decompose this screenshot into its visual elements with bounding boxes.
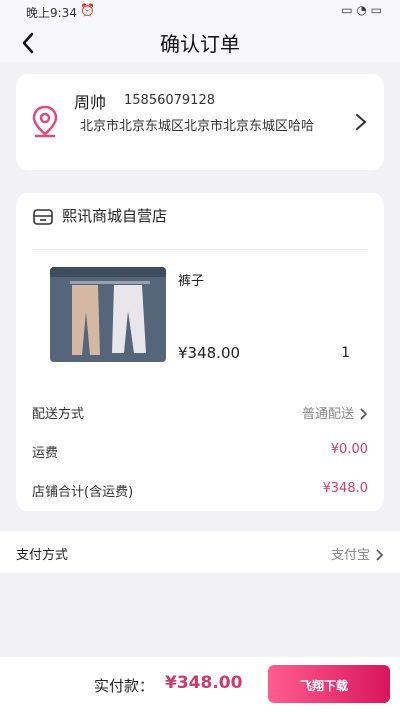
shop-name: 熙讯商城自营店 bbox=[62, 207, 168, 225]
freight-row: 运费 ¥0.00 bbox=[32, 442, 368, 466]
chevron-right-icon[interactable] bbox=[354, 112, 368, 132]
payment-method-value: 支付宝 bbox=[331, 544, 384, 563]
recipient-phone: 15856079128 bbox=[124, 93, 215, 108]
payment-method-label: 支付方式 bbox=[16, 548, 69, 563]
shop-subtotal-value: ¥348.0 bbox=[322, 481, 369, 496]
status-time: 晚上9:34 bbox=[26, 6, 77, 20]
shipping-method-label: 配送方式 bbox=[32, 407, 85, 422]
product-name: 裤子 bbox=[178, 274, 205, 289]
page-title: 确认订单 bbox=[160, 32, 240, 56]
shipping-method-value: 普通配送 bbox=[302, 403, 368, 422]
checkout-bar: 实付款： ¥348.00 飞翔下载 bbox=[0, 657, 400, 712]
chevron-right-icon bbox=[360, 408, 368, 420]
watermark: 飞翔下载 bbox=[300, 679, 349, 693]
freight-value: ¥0.00 bbox=[330, 442, 368, 457]
chevron-right-icon bbox=[376, 549, 384, 561]
recipient-name: 周帅 bbox=[74, 93, 107, 112]
shop-subtotal-row: 店铺合计(含运费) ¥348.0 bbox=[32, 481, 368, 505]
product-quantity: 1 bbox=[341, 345, 350, 361]
payment-method-row[interactable]: 支付方式 支付宝 bbox=[0, 531, 400, 573]
store-icon bbox=[33, 209, 53, 225]
status-icons: ▭ ◔ ▭ bbox=[341, 3, 382, 17]
shipping-method-row[interactable]: 配送方式 普通配送 bbox=[32, 403, 368, 427]
status-bar: 晚上9:34 ⏰ ▭ ◔ ▭ bbox=[0, 0, 400, 24]
product-price: ¥348.00 bbox=[178, 344, 241, 362]
shop-order-card: 熙讯商城自营店 裤子 ¥348.00 1 配送方式 普通配送 运费 ¥0.00 … bbox=[16, 193, 384, 511]
shop-subtotal-label: 店铺合计(含运费) bbox=[32, 485, 134, 500]
payment-method-text: 支付宝 bbox=[330, 548, 370, 563]
product-image[interactable] bbox=[50, 267, 166, 362]
total-amount: ¥348.00 bbox=[165, 673, 243, 693]
divider bbox=[32, 249, 368, 250]
freight-label: 运费 bbox=[32, 446, 59, 461]
total-label: 实付款： bbox=[94, 677, 155, 695]
address-card[interactable]: 周帅 15856079128 北京市北京东城区北京市北京东城区哈哈 bbox=[16, 74, 384, 170]
alarm-icon: ⏰ bbox=[80, 3, 95, 17]
page-header: 确认订单 bbox=[0, 24, 400, 62]
shipping-address: 北京市北京东城区北京市北京东城区哈哈 bbox=[80, 119, 315, 134]
shipping-method-text: 普通配送 bbox=[301, 407, 354, 422]
location-icon bbox=[32, 105, 58, 138]
